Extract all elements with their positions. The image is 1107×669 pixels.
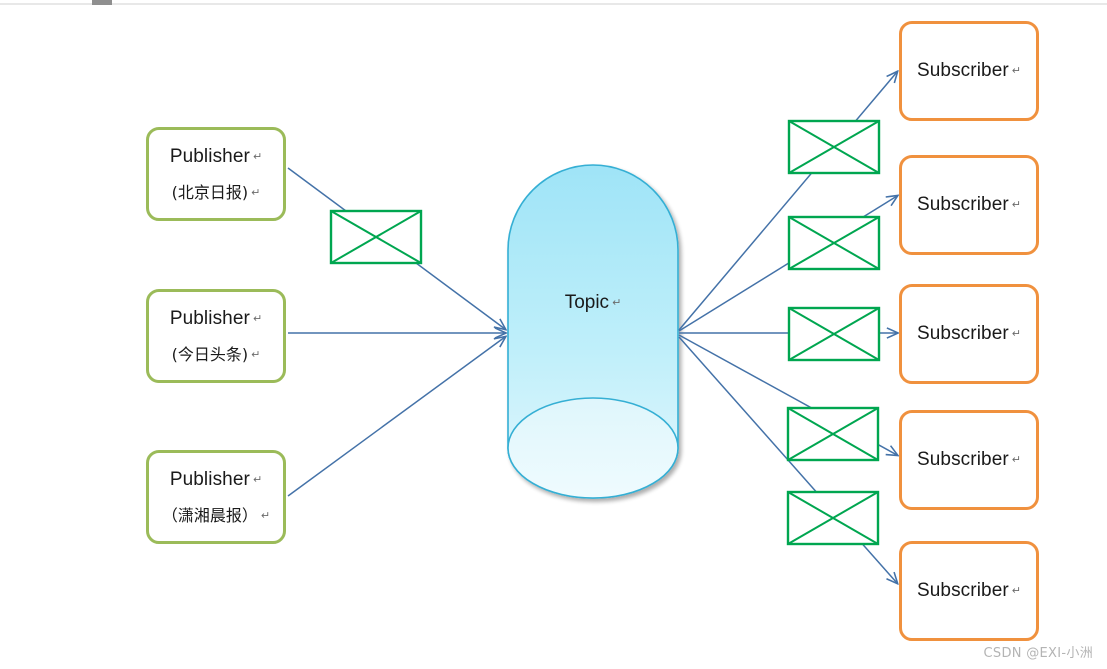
subscriber-5-pilcrow: ↵ (1011, 584, 1022, 597)
subscriber-1-pilcrow: ↵ (1011, 64, 1022, 77)
message-envelope-subscriber-1 (787, 119, 881, 175)
diagram-canvas: Topic ↵ Publisher ↵ (北京日报) ↵ Publisher ↵ (今日… (0, 0, 1107, 669)
subscriber-node-4[interactable]: Subscriber ↵ (899, 410, 1039, 510)
subscriber-node-3[interactable]: Subscriber ↵ (899, 284, 1039, 384)
subscriber-1-title: Subscriber ↵ (917, 60, 1021, 82)
message-envelope-subscriber-4 (786, 406, 880, 462)
subscriber-4-title: Subscriber ↵ (917, 449, 1021, 471)
publisher-1-source-row: (北京日报) ↵ (172, 179, 261, 203)
publisher-1-label: Publisher (169, 145, 250, 167)
publisher-node-2[interactable]: Publisher ↵ (今日头条) ↵ (146, 289, 286, 383)
subscriber-node-2[interactable]: Subscriber ↵ (899, 155, 1039, 255)
subscriber-2-pilcrow: ↵ (1011, 198, 1022, 211)
topic-cylinder (507, 164, 679, 499)
publisher-1-pilcrow: ↵ (252, 149, 263, 163)
publisher-node-1[interactable]: Publisher ↵ (北京日报) ↵ (146, 127, 286, 221)
publisher-node-3[interactable]: Publisher ↵ （潇湘晨报） ↵ (146, 450, 286, 544)
subscriber-1-label: Subscriber (916, 60, 1009, 81)
subscriber-2-title: Subscriber ↵ (917, 194, 1021, 216)
publisher-3-source-row: （潇湘晨报） ↵ (162, 502, 270, 526)
subscriber-3-label: Subscriber (916, 323, 1009, 344)
publisher-1-title: Publisher ↵ (170, 146, 262, 168)
publisher-2-label: Publisher (169, 307, 250, 329)
publisher-2-title: Publisher ↵ (170, 308, 262, 330)
publisher-1-source-pilcrow: ↵ (251, 185, 261, 199)
publisher-2-source-pilcrow: ↵ (251, 347, 261, 361)
watermark: CSDN @EXI-小洲 (983, 646, 1093, 661)
arrow-topic-to-subscriber-1 (678, 72, 897, 331)
publisher-1-source: (北京日报) (171, 182, 249, 202)
message-envelope-publisher-1 (329, 209, 423, 265)
subscriber-3-title: Subscriber ↵ (917, 323, 1021, 345)
message-envelope-subscriber-5 (786, 490, 880, 546)
subscriber-4-pilcrow: ↵ (1011, 453, 1022, 466)
subscriber-5-title: Subscriber ↵ (917, 580, 1021, 602)
arrow-publisher-3-to-topic (287, 337, 505, 497)
message-envelope-subscriber-2 (787, 215, 881, 271)
cylinder-bottom-rim (507, 397, 679, 499)
publisher-3-label: Publisher (169, 468, 250, 490)
publisher-3-source-pilcrow: ↵ (260, 508, 271, 522)
publisher-2-pilcrow: ↵ (252, 311, 263, 325)
publisher-2-source: (今日头条) (171, 344, 249, 364)
subscriber-4-label: Subscriber (916, 449, 1009, 470)
publisher-3-source: （潇湘晨报） (161, 505, 258, 525)
subscriber-3-pilcrow: ↵ (1011, 327, 1022, 340)
subscriber-2-label: Subscriber (916, 194, 1009, 215)
publisher-2-source-row: (今日头条) ↵ (172, 341, 261, 365)
subscriber-node-1[interactable]: Subscriber ↵ (899, 21, 1039, 121)
publisher-3-title: Publisher ↵ (170, 469, 262, 491)
message-envelope-subscriber-3 (787, 306, 881, 362)
subscriber-5-label: Subscriber (916, 580, 1009, 601)
subscriber-node-5[interactable]: Subscriber ↵ (899, 541, 1039, 641)
publisher-3-pilcrow: ↵ (252, 472, 263, 486)
